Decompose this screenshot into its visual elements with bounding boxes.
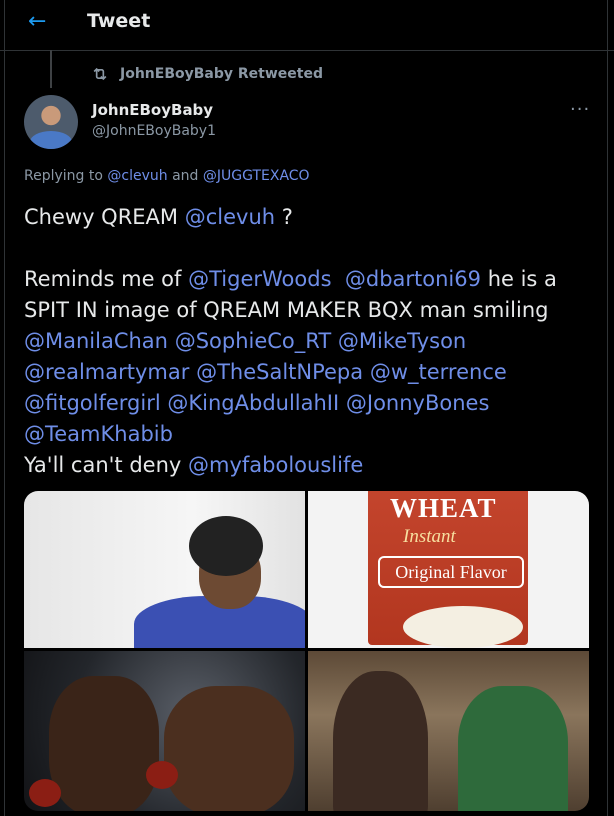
- page-title: Tweet: [87, 10, 151, 32]
- mention-link[interactable]: @TheSaltNPepa: [196, 360, 363, 384]
- retweet-indicator: JohnEBoyBaby Retweeted: [90, 64, 323, 84]
- photo-golfer[interactable]: [24, 491, 305, 648]
- mention-link[interactable]: @clevuh: [107, 168, 167, 184]
- cereal-brand-text: WHEAT: [390, 493, 497, 523]
- replying-to: Replying to @clevuh and @JUGGTEXACO: [24, 168, 310, 184]
- media-grid: WHEAT Instant Original Flavor: [24, 491, 589, 811]
- photo-cereal-box[interactable]: WHEAT Instant Original Flavor: [308, 491, 589, 648]
- cereal-sub-text: Instant: [403, 526, 456, 547]
- tweet-text-part: Reminds me of: [24, 267, 182, 291]
- mention-link[interactable]: @clevuh: [185, 205, 275, 229]
- mention-link[interactable]: @JonnyBones: [346, 391, 490, 415]
- mention-link[interactable]: @TeamKhabib: [24, 422, 173, 446]
- more-options-icon[interactable]: ···: [570, 99, 590, 120]
- tweet-text-part: ?: [281, 205, 293, 229]
- mention-link[interactable]: @fitgolfergirl: [24, 391, 161, 415]
- photo-movie-scene[interactable]: [308, 651, 589, 811]
- tweet-page: ← Tweet JohnEBoyBaby Retweeted JohnEBoyB…: [0, 0, 614, 816]
- mention-link[interactable]: @JUGGTEXACO: [203, 168, 310, 184]
- mention-link[interactable]: @w_terrence: [370, 360, 507, 384]
- mention-link[interactable]: @myfabolouslife: [188, 453, 363, 477]
- retweet-icon: [93, 67, 107, 81]
- page-header: ← Tweet: [0, 0, 614, 51]
- author-handle[interactable]: @JohnEBoyBaby1: [92, 123, 216, 139]
- mention-link[interactable]: @SophieCo_RT: [175, 329, 331, 353]
- arrow-left-icon[interactable]: ←: [28, 10, 52, 34]
- mention-link[interactable]: @KingAbdullahII: [167, 391, 339, 415]
- tweet-text: Chewy QREAM @clevuh ? Reminds me of @Tig…: [24, 202, 594, 481]
- cereal-flavor-text: Original Flavor: [378, 556, 524, 588]
- column-border-right: [607, 0, 608, 816]
- mention-link[interactable]: @TigerWoods: [188, 267, 331, 291]
- author-name[interactable]: JohnEBoyBaby: [92, 101, 213, 119]
- mention-link[interactable]: @dbartoni69: [345, 267, 481, 291]
- tweet-text-part: Chewy QREAM: [24, 205, 179, 229]
- mention-link[interactable]: @realmartymar: [24, 360, 189, 384]
- replying-prefix: Replying to: [24, 168, 103, 184]
- column-border-left: [4, 0, 5, 816]
- thread-connector: [50, 50, 52, 88]
- mention-link[interactable]: @ManilaChan: [24, 329, 168, 353]
- replying-and: and: [172, 168, 199, 184]
- avatar[interactable]: [24, 95, 78, 149]
- tweet-text-part: Ya'll can't deny: [24, 453, 182, 477]
- mention-link[interactable]: @MikeTyson: [338, 329, 466, 353]
- photo-boxing[interactable]: [24, 651, 305, 811]
- retweet-label[interactable]: JohnEBoyBaby Retweeted: [120, 66, 323, 82]
